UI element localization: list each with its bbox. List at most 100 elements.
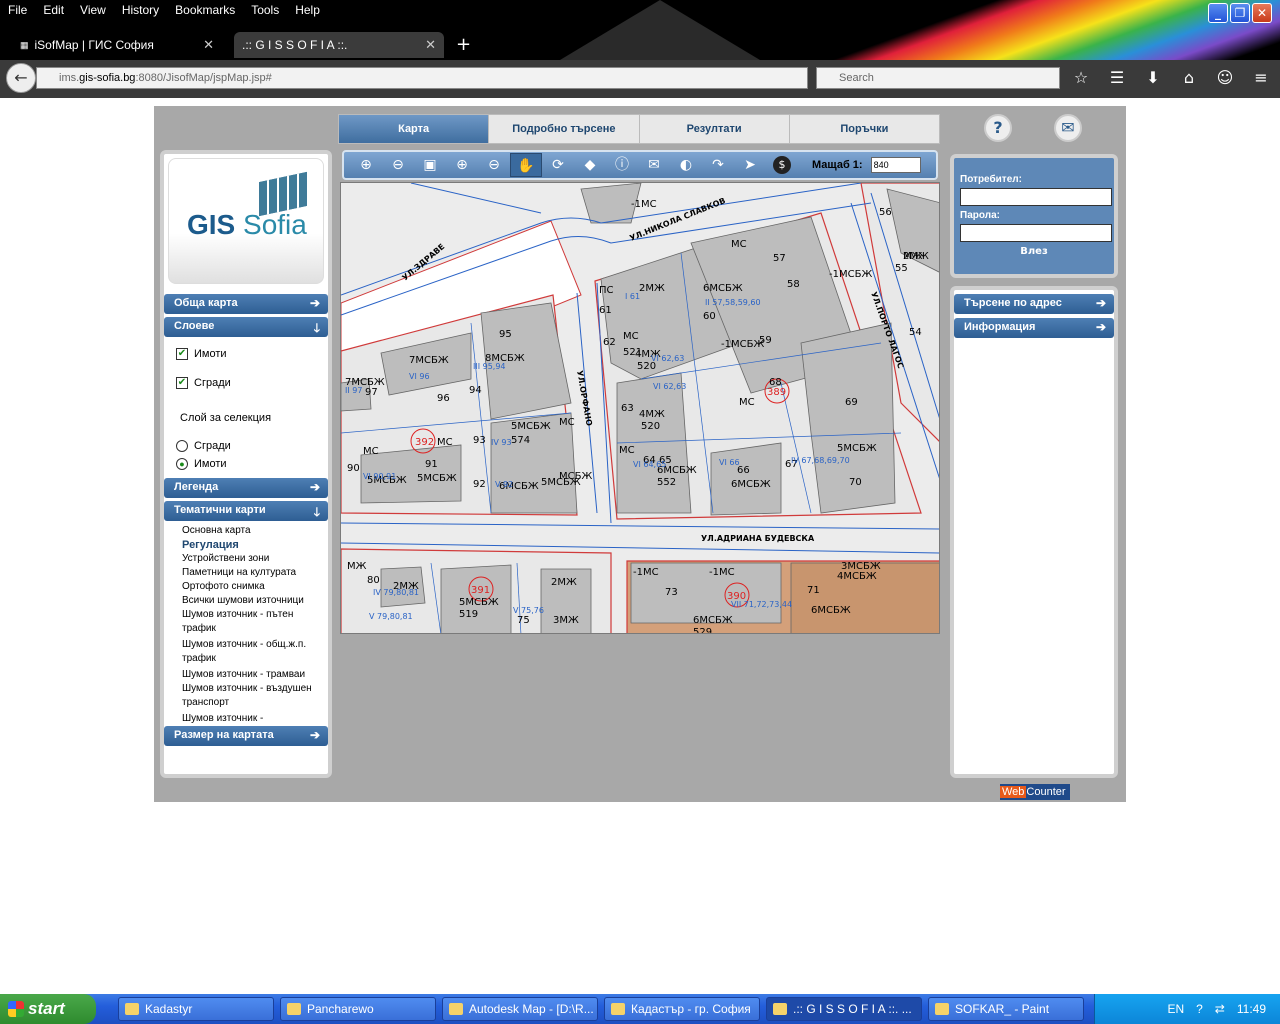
help-button[interactable]: ? xyxy=(984,114,1012,142)
zoom-in-icon[interactable]: ⊕ xyxy=(350,153,382,177)
menu-history[interactable]: History xyxy=(114,0,167,22)
mail-icon[interactable]: ✉ xyxy=(638,153,670,177)
select-arrow-icon[interactable]: ➤ xyxy=(734,153,766,177)
home-icon[interactable]: ⌂ xyxy=(1176,66,1202,90)
thematic-item[interactable]: Устройствени зони xyxy=(182,552,330,566)
parcel-label: -1МС xyxy=(709,567,735,578)
radio-unchecked-icon[interactable] xyxy=(176,440,188,452)
nav-orders[interactable]: Поръчки xyxy=(790,115,939,143)
measure-icon[interactable]: ◐ xyxy=(670,153,702,177)
parcel-label: -1МС xyxy=(631,199,657,210)
back-button[interactable]: ← xyxy=(6,63,36,93)
scale-input[interactable] xyxy=(870,157,921,173)
webcounter-badge[interactable]: Web Counter xyxy=(1000,784,1070,800)
refresh-icon[interactable]: ⟳ xyxy=(542,153,574,177)
mail-button[interactable]: ✉ xyxy=(1054,114,1082,142)
network-icon[interactable]: ⇄ xyxy=(1215,1002,1225,1016)
language-indicator[interactable]: EN xyxy=(1167,1002,1184,1016)
task-pancharewo[interactable]: Pancharewo xyxy=(280,997,436,1021)
arrow-down-icon: 🡓 xyxy=(313,505,320,519)
tab-gissofia[interactable]: .:: G I S S O F I A ::. ✕ xyxy=(234,32,444,58)
new-tab-button[interactable]: + xyxy=(456,32,471,60)
url-bar[interactable]: ims.gis-sofia.bg:8080/JisofMap/jspMap.js… xyxy=(36,67,808,89)
task-gissofia[interactable]: .:: G I S S O F I A ::. ... xyxy=(766,997,922,1021)
maximize-button[interactable]: ❐ xyxy=(1230,3,1250,23)
plus-icon[interactable]: ⊕ xyxy=(446,153,478,177)
parcel-label: МЖ xyxy=(347,561,367,572)
hamburger-menu-icon[interactable]: ≡ xyxy=(1248,66,1274,90)
thematic-item-current[interactable]: Регулация xyxy=(182,538,330,552)
thematic-item[interactable]: Основна карта xyxy=(182,524,330,538)
checkbox-checked-icon[interactable]: ✔ xyxy=(176,348,188,360)
redo-icon[interactable]: ↷ xyxy=(702,153,734,177)
cadastral-map[interactable]: УЛ.НИКОЛА СЛАВКОВ УЛ.ЗДРАВЕ УЛ.ОРФАНО УЛ… xyxy=(341,183,940,634)
menu-edit[interactable]: Edit xyxy=(35,0,72,22)
login-button[interactable]: Влез xyxy=(954,246,1114,257)
nav-map[interactable]: Карта xyxy=(339,115,490,143)
nav-results[interactable]: Резултати xyxy=(640,115,790,143)
menu-help[interactable]: Help xyxy=(287,0,328,22)
pan-hand-icon[interactable]: ✋ xyxy=(510,153,542,177)
parcel-label: МС xyxy=(363,446,379,457)
close-tab-icon[interactable]: ✕ xyxy=(203,37,214,53)
parcel-label: -1МСБЖ xyxy=(721,339,764,350)
layer-properties-checkbox[interactable]: ✔ Имоти xyxy=(176,348,227,360)
menu-file[interactable]: File xyxy=(0,0,35,22)
help-tray-icon[interactable]: ? xyxy=(1196,1002,1203,1016)
nav-detailed-search[interactable]: Подробно търсене xyxy=(489,115,640,143)
reading-list-icon[interactable]: ☰ xyxy=(1104,66,1130,90)
zoom-out-icon[interactable]: ⊖ xyxy=(382,153,414,177)
zoom-extent-icon[interactable]: ▣ xyxy=(414,153,446,177)
lot-code: II 57,58,59,60 xyxy=(705,298,761,307)
close-window-button[interactable]: ✕ xyxy=(1252,3,1272,23)
thematic-item[interactable]: Шумов източник - пътен трафик xyxy=(182,608,330,636)
checkbox-checked-icon[interactable]: ✔ xyxy=(176,377,188,389)
map-canvas[interactable]: УЛ.НИКОЛА СЛАВКОВ УЛ.ЗДРАВЕ УЛ.ОРФАНО УЛ… xyxy=(340,182,940,634)
thematic-item[interactable]: Шумов източник - общ.ж.п. трафик xyxy=(182,638,330,666)
layers-header[interactable]: Слоеве 🡓 xyxy=(164,317,328,337)
eraser-icon[interactable]: ◆ xyxy=(574,153,606,177)
username-input[interactable] xyxy=(960,188,1112,206)
menu-bookmarks[interactable]: Bookmarks xyxy=(167,0,243,22)
info-icon[interactable]: ⓘ xyxy=(606,153,638,177)
thematic-item[interactable]: Шумов източник - въздушен транспорт xyxy=(182,682,330,710)
lot-code: VI 96 xyxy=(409,372,430,381)
task-kadastar[interactable]: Кадастър - гр. София xyxy=(604,997,760,1021)
thematic-item[interactable]: Всички шумови източници xyxy=(182,594,330,608)
task-autodesk[interactable]: Autodesk Map - [D:\R... xyxy=(442,997,598,1021)
chat-icon[interactable]: ☺ xyxy=(1212,66,1238,90)
dollar-icon[interactable]: $ xyxy=(773,156,791,174)
tab-isofmap[interactable]: ▦ iSofMap | ГИС София ✕ xyxy=(12,32,222,58)
search-placeholder: Search xyxy=(839,72,874,84)
menu-view[interactable]: View xyxy=(72,0,114,22)
thematic-item[interactable]: Паметници на културата xyxy=(182,566,330,580)
radio-buildings[interactable]: Сгради xyxy=(176,440,231,452)
address-search-header[interactable]: Търсене по адрес ➔ xyxy=(954,294,1114,314)
legend-header[interactable]: Легенда ➔ xyxy=(164,478,328,498)
parcel-label: ПС xyxy=(599,285,614,296)
download-icon[interactable]: ⬇ xyxy=(1140,66,1166,90)
close-tab-icon[interactable]: ✕ xyxy=(425,37,436,53)
map-size-header[interactable]: Размер на картата ➔ xyxy=(164,726,328,746)
bookmark-star-icon[interactable]: ☆ xyxy=(1068,66,1094,90)
start-button[interactable]: start xyxy=(0,994,96,1024)
thematic-header[interactable]: Тематични карти 🡓 xyxy=(164,501,328,521)
information-header[interactable]: Информация ➔ xyxy=(954,318,1114,338)
lot-code: I 61 xyxy=(625,292,640,301)
minimize-button[interactable]: _ xyxy=(1208,3,1228,23)
lot-code: VII 71,72,73,44 xyxy=(731,600,792,609)
thematic-item[interactable]: Ортофото снимка xyxy=(182,580,330,594)
task-kadastyr[interactable]: Kadastyr xyxy=(118,997,274,1021)
layer-buildings-checkbox[interactable]: ✔ Сгради xyxy=(176,377,231,389)
minus-icon[interactable]: ⊖ xyxy=(478,153,510,177)
menu-tools[interactable]: Tools xyxy=(243,0,287,22)
radio-checked-icon[interactable]: ● xyxy=(176,458,188,470)
lot-code: VI 90,91 xyxy=(363,472,396,481)
password-input[interactable] xyxy=(960,224,1112,242)
general-map-header[interactable]: Обща карта ➔ xyxy=(164,294,328,314)
thematic-item[interactable]: Шумов източник - трамваи xyxy=(182,668,330,682)
parcel-label: МС xyxy=(437,437,453,448)
search-bar[interactable]: Search xyxy=(816,67,1060,89)
task-paint[interactable]: SOFKAR_ - Paint xyxy=(928,997,1084,1021)
radio-properties[interactable]: ● Имоти xyxy=(176,458,227,470)
